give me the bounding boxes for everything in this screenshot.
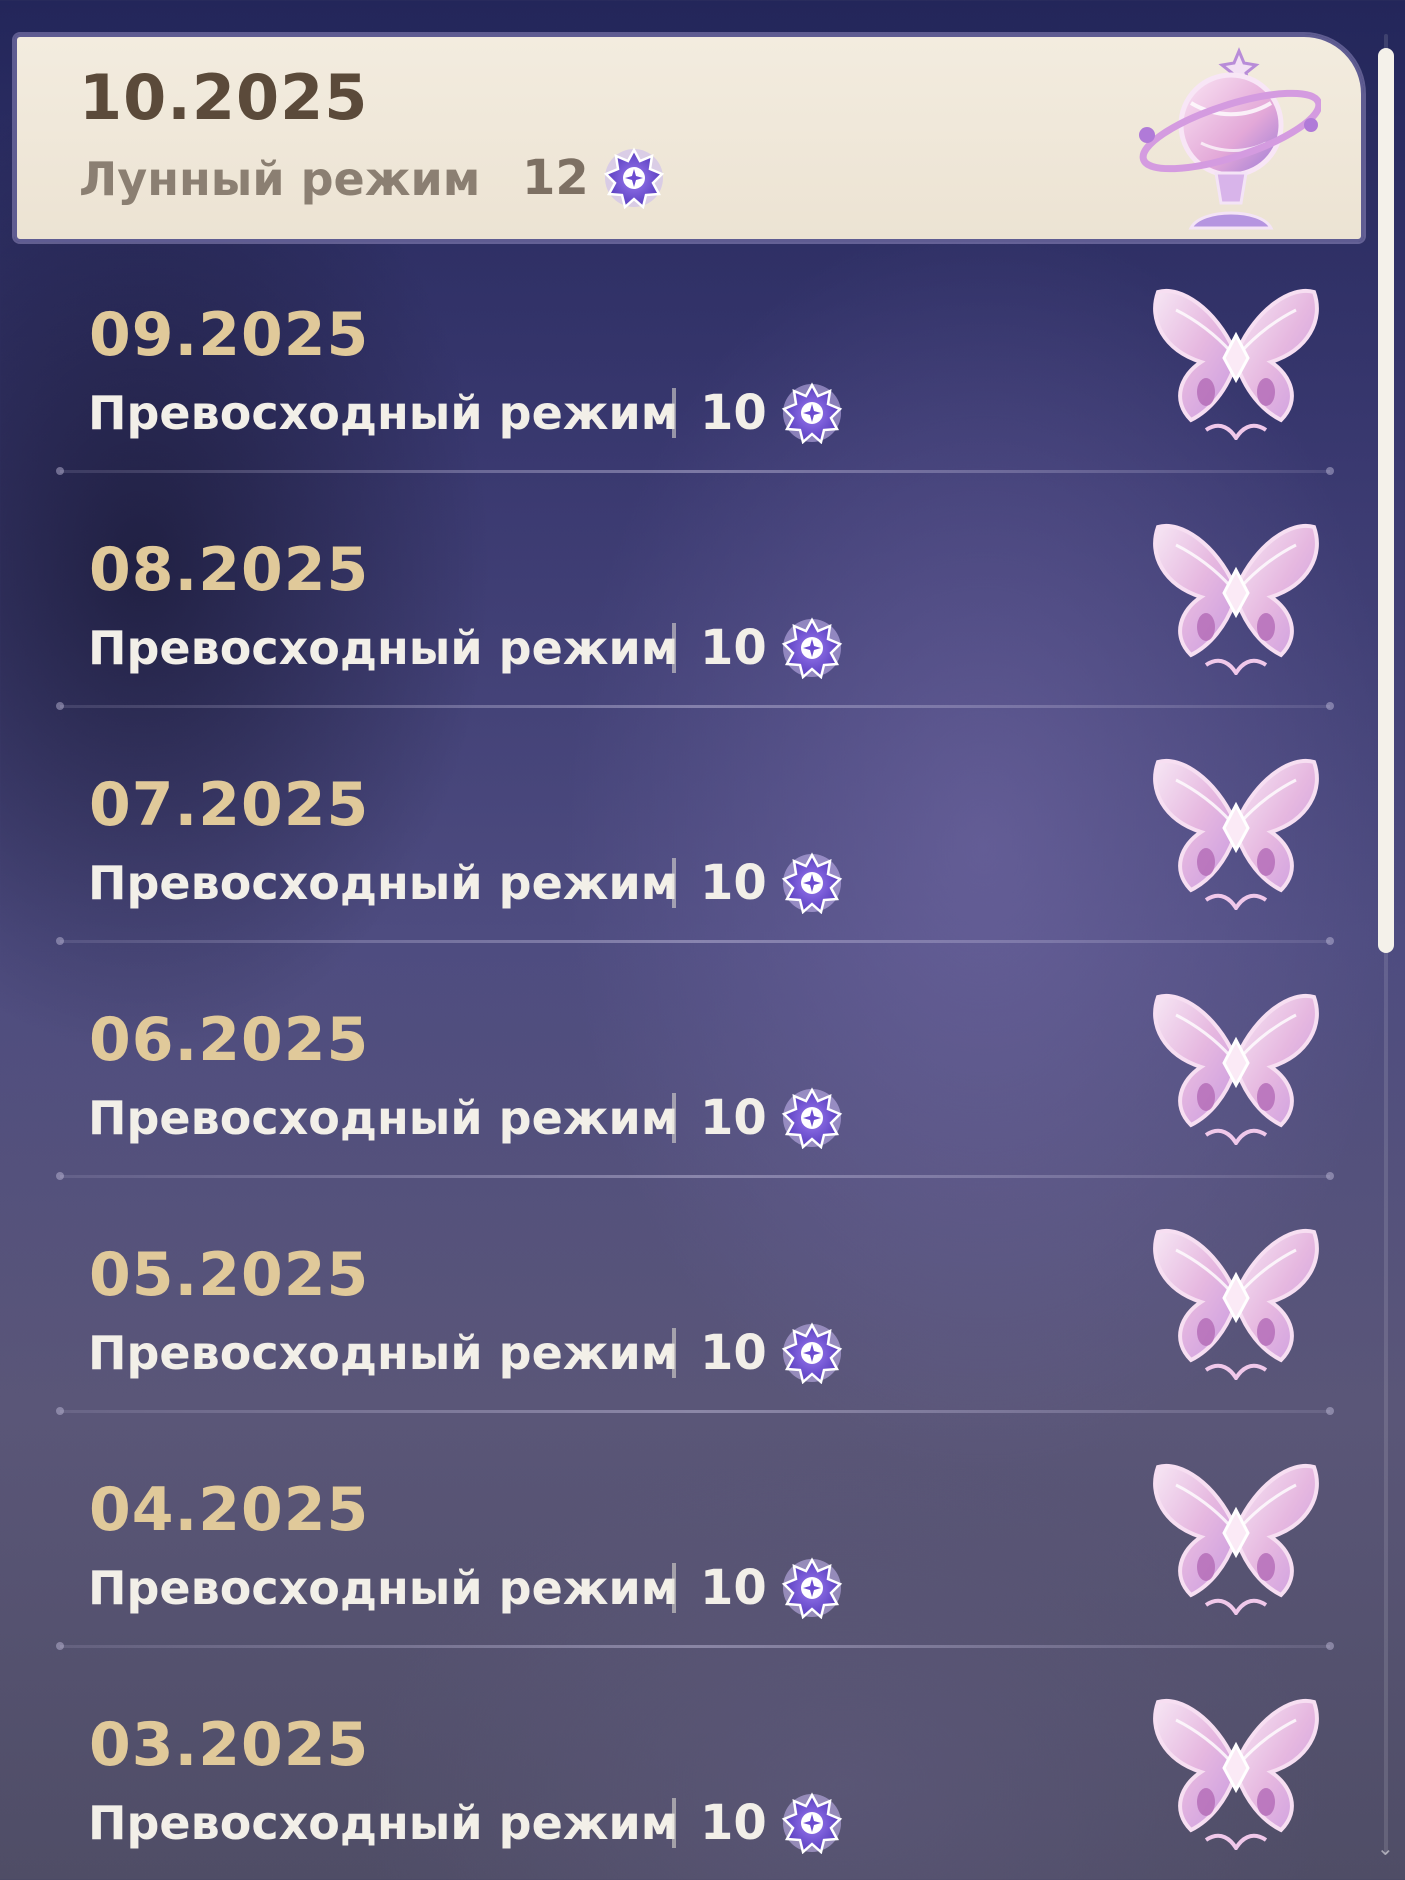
separator [672,1328,676,1378]
period-mode: Превосходный режим [88,1326,679,1380]
divider [56,702,1334,710]
period-date: 05.2025 [89,1240,370,1310]
chevron-down-icon[interactable]: ⌄ [1377,1836,1394,1860]
list-item[interactable]: 06.2025 Превосходный режим 10 [56,993,1334,1240]
divider [56,1172,1334,1180]
period-mode: Лунный режим [79,152,481,206]
period-mode: Превосходный режим [88,1561,679,1615]
list-item[interactable]: 09.2025 Превосходный режим 10 [56,288,1334,535]
period-date: 03.2025 [89,1710,370,1780]
separator [672,623,676,673]
separator [672,858,676,908]
scrollbar[interactable]: ⌄ [1375,34,1397,1860]
star-count-group: 10 [700,852,843,914]
star-count: 10 [700,1560,767,1616]
period-date: 09.2025 [89,300,370,370]
list-item[interactable]: 05.2025 Превосходный режим 10 [56,1228,1334,1475]
star-icon [781,852,843,914]
star-icon [781,1557,843,1619]
period-mode: Превосходный режим [88,386,679,440]
butterfly-icon [1153,1698,1319,1850]
butterfly-icon [1153,523,1319,675]
scrollbar-thumb[interactable] [1378,48,1394,953]
star-count: 10 [700,620,767,676]
list-item[interactable]: 08.2025 Превосходный режим 10 [56,523,1334,770]
star-icon [781,1792,843,1854]
star-count: 10 [700,1325,767,1381]
butterfly-icon [1153,1463,1319,1615]
star-count-group: 10 [700,382,843,444]
current-period-card[interactable]: 10.2025 Лунный режим 12 [14,34,1364,242]
separator [672,388,676,438]
star-count-group: 10 [700,1557,843,1619]
star-count: 10 [700,1090,767,1146]
separator [672,1093,676,1143]
period-date: 04.2025 [89,1475,370,1545]
trophy-globe-icon [1139,47,1321,230]
abyss-history-list: 10.2025 Лунный режим 12 09.2025 Превосхо… [0,0,1370,1880]
star-icon [781,617,843,679]
star-icon [781,382,843,444]
separator [672,1798,676,1848]
butterfly-icon [1153,288,1319,440]
period-date: 06.2025 [89,1005,370,1075]
divider [56,937,1334,945]
period-mode: Превосходный режим [88,621,679,675]
period-date: 08.2025 [89,535,370,605]
separator [672,1563,676,1613]
divider [56,1642,1334,1650]
butterfly-icon [1153,758,1319,910]
list-item[interactable]: 04.2025 Превосходный режим 10 [56,1463,1334,1710]
star-icon [781,1087,843,1149]
butterfly-icon [1153,1228,1319,1380]
star-count-group: 10 [700,1792,843,1854]
star-count-group: 10 [700,617,843,679]
star-count: 12 [522,150,589,206]
period-mode: Превосходный режим [88,1091,679,1145]
star-icon [603,147,665,209]
star-count-group: 10 [700,1322,843,1384]
star-icon [781,1322,843,1384]
butterfly-icon [1153,993,1319,1145]
star-count-group: 10 [700,1087,843,1149]
period-mode: Превосходный режим [88,1796,679,1850]
divider [56,467,1334,475]
period-date: 07.2025 [89,770,370,840]
list-item[interactable]: 03.2025 Превосходный режим 10 [60,1698,1330,1880]
period-mode: Превосходный режим [88,856,679,910]
star-count: 10 [700,855,767,911]
period-date: 10.2025 [79,61,369,134]
star-count: 10 [700,385,767,441]
star-count-group: 12 [522,147,665,209]
divider [56,1407,1334,1415]
star-count: 10 [700,1795,767,1851]
list-item[interactable]: 07.2025 Превосходный режим 10 [56,758,1334,1005]
